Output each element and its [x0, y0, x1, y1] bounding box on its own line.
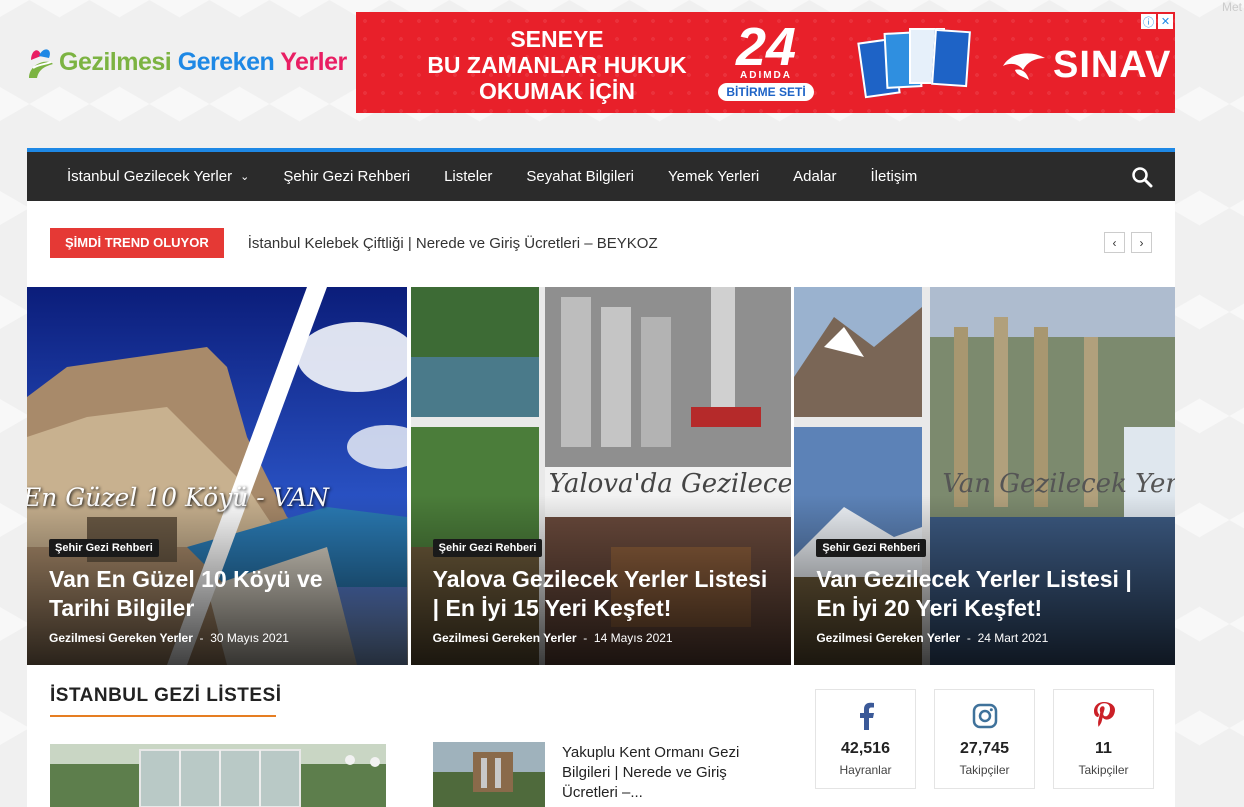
nav-item-sehir-gezi[interactable]: Şehir Gezi Rehberi: [283, 168, 410, 185]
featured-card[interactable]: En Güzel 10 Köyü - VAN Şehir Gezi Rehber…: [27, 287, 408, 665]
nav-item-listeler[interactable]: Listeler: [444, 168, 492, 185]
social-pinterest[interactable]: 11 Takipçiler: [1053, 689, 1154, 789]
social-facebook[interactable]: 42,516 Hayranlar: [815, 689, 916, 789]
instagram-icon: [935, 700, 1034, 732]
close-icon[interactable]: ✕: [1158, 14, 1173, 29]
featured-card[interactable]: Van Gezilecek Yerle Şehir Gezi Rehberi V…: [794, 287, 1176, 665]
author-name[interactable]: Gezilmesi Gereken Yerler: [816, 631, 960, 645]
nav-item-yemek[interactable]: Yemek Yerleri: [668, 168, 759, 185]
nav-item-adalar[interactable]: Adalar: [793, 168, 836, 185]
ad-headline: SENEYE BU ZAMANLAR HUKUK OKUMAK İÇİN: [427, 26, 687, 104]
trending-arrows: ‹ ›: [1104, 232, 1152, 253]
card-meta: Gezilmesi Gereken Yerler - 14 Mayıs 2021: [432, 631, 673, 645]
ad-24-badge: 24 ADIMDA BİTİRME SETİ: [701, 20, 831, 101]
ad-books-image: [857, 22, 986, 102]
section-title: İSTANBUL GEZİ LİSTESİ: [50, 685, 282, 706]
social-counters: 42,516 Hayranlar 27,745 Takipçiler 11 Ta…: [815, 689, 1154, 789]
pinterest-icon: [1054, 700, 1153, 732]
nav-item-istanbul[interactable]: İstanbul Gezilecek Yerler ⌄: [67, 168, 249, 185]
section-underline: [50, 715, 276, 717]
prev-arrow-icon[interactable]: ‹: [1104, 232, 1125, 253]
post-date: 14 Mayıs 2021: [593, 631, 673, 645]
card-title[interactable]: Van En Güzel 10 Köyü ve Tarihi Bilgiler: [49, 565, 390, 623]
post-date: 30 Mayıs 2021: [210, 631, 289, 645]
next-arrow-icon[interactable]: ›: [1131, 232, 1152, 253]
content-panel: ŞİMDİ TREND OLUYOR İstanbul Kelebek Çift…: [27, 201, 1176, 807]
chevron-down-icon: ⌄: [240, 171, 250, 183]
ad-controls[interactable]: ⓘ ✕: [1141, 14, 1173, 29]
ad-brand: SINAV: [1001, 44, 1171, 87]
card-title[interactable]: Yalova Gezilecek Yerler Listesi | En İyi…: [433, 565, 774, 623]
featured-posts: En Güzel 10 Köyü - VAN Şehir Gezi Rehber…: [27, 287, 1176, 665]
search-icon[interactable]: [1131, 166, 1153, 188]
trending-badge: ŞİMDİ TREND OLUYOR: [50, 228, 224, 258]
logo-mark-icon: [27, 42, 57, 82]
category-badge[interactable]: Şehir Gezi Rehberi: [816, 539, 927, 557]
site-logo[interactable]: Gezilmesi Gereken Yerler: [27, 40, 347, 84]
card-meta: Gezilmesi Gereken Yerler - 24 Mart 2021: [816, 631, 1049, 645]
featured-card[interactable]: Yalova'da Gezilecek Ye Şehir Gezi Rehber…: [410, 287, 792, 665]
logo-text: Gezilmesi Gereken Yerler: [59, 47, 347, 76]
nav-item-seyahat[interactable]: Seyahat Bilgileri: [526, 168, 634, 185]
trending-link[interactable]: İstanbul Kelebek Çiftliği | Nerede ve Gi…: [248, 235, 658, 252]
main-navigation: İstanbul Gezilecek Yerler ⌄ Şehir Gezi Re…: [27, 148, 1175, 201]
post-thumbnail-small[interactable]: [433, 742, 545, 807]
social-instagram[interactable]: 27,745 Takipçiler: [934, 689, 1035, 789]
category-badge[interactable]: Şehir Gezi Rehberi: [49, 539, 159, 557]
author-name[interactable]: Gezilmesi Gereken Yerler: [433, 631, 577, 645]
trending-bar: ŞİMDİ TREND OLUYOR İstanbul Kelebek Çift…: [50, 228, 1152, 258]
advertisement-banner[interactable]: SENEYE BU ZAMANLAR HUKUK OKUMAK İÇİN 24 …: [356, 12, 1175, 113]
site-header: Gezilmesi Gereken Yerler SENEYE BU ZAMAN…: [0, 0, 1244, 148]
card-meta: Gezilmesi Gereken Yerler - 30 Mayıs 2021: [49, 631, 289, 645]
card-title[interactable]: Van Gezilecek Yerler Listesi | En İyi 20…: [816, 565, 1157, 623]
nav-item-iletisim[interactable]: İletişim: [871, 168, 918, 185]
post-title-link[interactable]: Yakuplu Kent Ormanı Gezi Bilgileri | Ner…: [562, 743, 772, 803]
facebook-icon: [816, 700, 915, 732]
post-date: 24 Mart 2021: [977, 631, 1049, 645]
author-name[interactable]: Gezilmesi Gereken Yerler: [49, 631, 193, 645]
eagle-icon: [1003, 52, 1045, 80]
category-badge[interactable]: Şehir Gezi Rehberi: [432, 539, 543, 557]
post-thumbnail-large[interactable]: [50, 744, 386, 807]
info-icon[interactable]: ⓘ: [1141, 14, 1156, 29]
